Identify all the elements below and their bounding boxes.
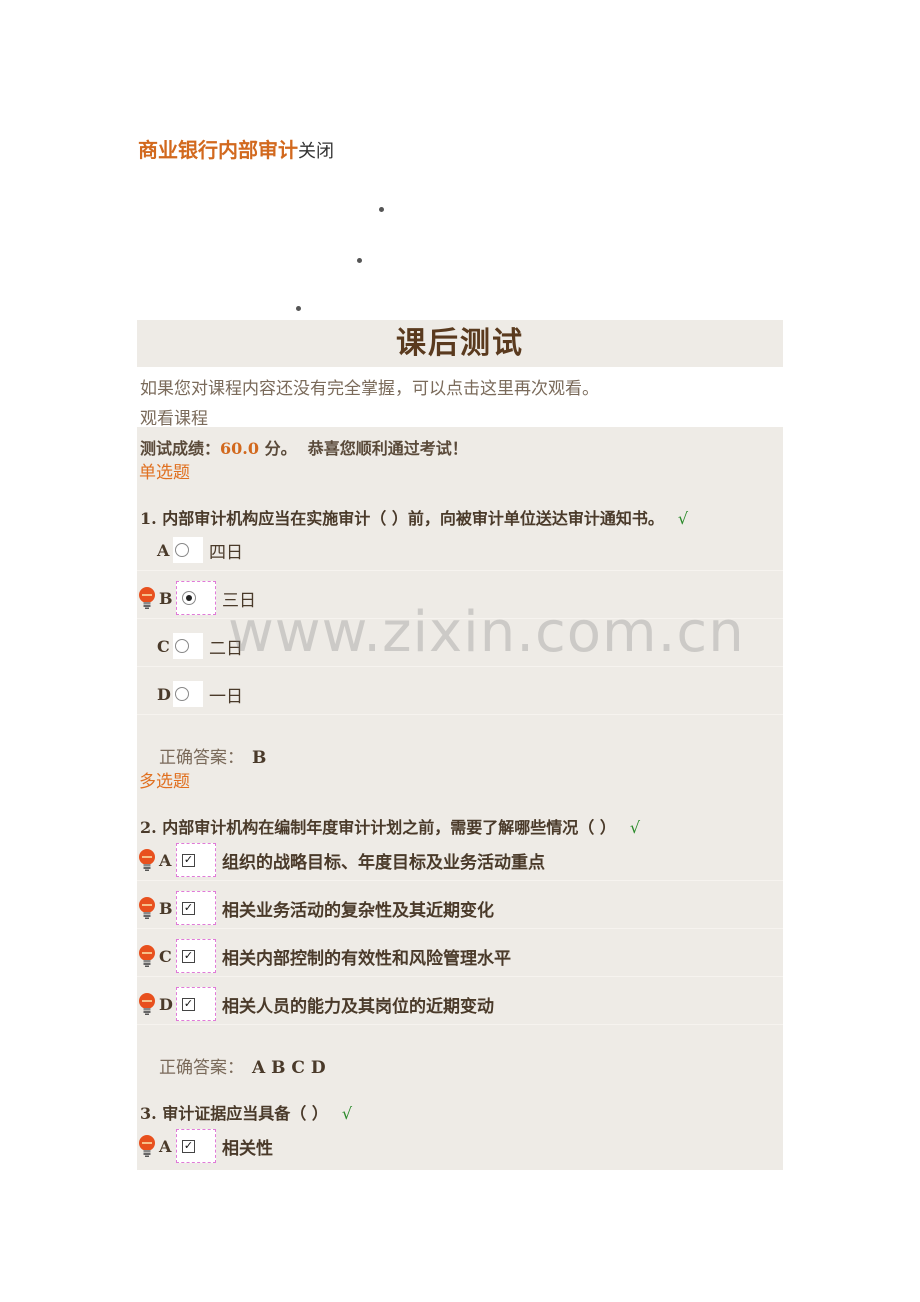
checkbox-checked-icon[interactable]: ✓ <box>182 853 195 867</box>
q2-option-a[interactable]: A ✓ 组织的战略目标、年度目标及业务活动重点 <box>137 840 783 881</box>
option-text: 二日 <box>209 638 243 659</box>
checkbox-selected[interactable]: ✓ <box>176 987 216 1021</box>
option-text: 相关业务活动的复杂性及其近期变化 <box>222 900 494 921</box>
section-multiple-choice: 多选题 <box>139 772 190 792</box>
option-text: 三日 <box>222 590 256 611</box>
q2-option-b[interactable]: B ✓ 相关业务活动的复杂性及其近期变化 <box>137 888 783 929</box>
answer-label: 正确答案： <box>159 748 244 768</box>
bullet-dot-icon <box>357 258 362 263</box>
q1-option-d[interactable]: D 一日 <box>137 674 783 715</box>
q1-option-c[interactable]: C 二日 <box>137 626 783 667</box>
radio-box-selected[interactable] <box>176 581 216 615</box>
score-label: 测试成绩： <box>140 439 221 458</box>
option-letter: C <box>157 636 170 656</box>
lightbulb-icon <box>137 992 157 1016</box>
radio-box[interactable] <box>173 537 203 563</box>
question-text: 3. 审计证据应当具备（ ） <box>140 1104 328 1123</box>
option-text: 相关人员的能力及其岗位的近期变动 <box>222 996 494 1017</box>
radio-button-selected[interactable] <box>182 591 196 605</box>
lightbulb-icon <box>137 586 157 610</box>
q2-option-c[interactable]: C ✓ 相关内部控制的有效性和风险管理水平 <box>137 936 783 977</box>
radio-button[interactable] <box>175 687 189 701</box>
question-2: 2. 内部审计机构在编制年度审计计划之前，需要了解哪些情况（ ） √ <box>140 814 640 838</box>
bullet-dot-icon <box>379 207 384 212</box>
lightbulb-icon <box>137 896 157 920</box>
score-line: 测试成绩：60.0 分。 恭喜您顺利通过考试！ <box>140 435 468 459</box>
checkbox-selected[interactable]: ✓ <box>176 843 216 877</box>
radio-box[interactable] <box>173 633 203 659</box>
checkbox-checked-icon[interactable]: ✓ <box>182 997 195 1011</box>
question-1: 1. 内部审计机构应当在实施审计（ ）前，向被审计单位送达审计通知书。 √ <box>140 505 688 529</box>
checkbox-selected[interactable]: ✓ <box>176 1129 216 1163</box>
lightbulb-icon <box>137 1134 157 1158</box>
option-text: 四日 <box>209 542 243 563</box>
checkbox-checked-icon[interactable]: ✓ <box>182 1139 195 1153</box>
intro-text: 如果您对课程内容还没有完全掌握，可以点击这里再次观看。 <box>140 379 599 399</box>
score-unit: 分。 <box>264 439 297 458</box>
option-text: 相关性 <box>222 1138 273 1159</box>
q2-correct-answer: 正确答案： A B C D <box>159 1053 326 1078</box>
page-title: 课后测试 <box>396 326 524 361</box>
option-letter: A <box>159 850 172 870</box>
q2-option-d[interactable]: D ✓ 相关人员的能力及其岗位的近期变动 <box>137 984 783 1025</box>
correct-check-icon: √ <box>629 818 641 837</box>
option-text: 相关内部控制的有效性和风险管理水平 <box>222 948 511 969</box>
option-letter: B <box>159 898 173 918</box>
pass-message: 恭喜您顺利通过考试！ <box>307 439 468 458</box>
option-letter: A <box>157 540 170 560</box>
q1-option-a[interactable]: A 四日 <box>137 530 783 571</box>
watch-course-link[interactable]: 观看课程 <box>140 404 208 429</box>
lightbulb-icon <box>137 944 157 968</box>
score-value: 60.0 <box>220 439 259 458</box>
option-letter: D <box>159 994 173 1014</box>
checkbox-selected[interactable]: ✓ <box>176 891 216 925</box>
lightbulb-icon <box>137 848 157 872</box>
checkbox-checked-icon[interactable]: ✓ <box>182 949 195 963</box>
checkbox-selected[interactable]: ✓ <box>176 939 216 973</box>
correct-check-icon: √ <box>341 1104 353 1123</box>
q3-option-a[interactable]: A ✓ 相关性 <box>137 1126 783 1166</box>
correct-check-icon: √ <box>677 509 689 528</box>
course-header: 商业银行内部审计关闭 <box>138 134 334 163</box>
option-letter: C <box>159 946 172 966</box>
option-text: 一日 <box>209 686 243 707</box>
option-letter: A <box>159 1136 172 1156</box>
answer-value: A B C D <box>252 1058 326 1078</box>
radio-button[interactable] <box>175 543 189 557</box>
question-text: 2. 内部审计机构在编制年度审计计划之前，需要了解哪些情况（ ） <box>140 818 616 837</box>
close-link[interactable]: 关闭 <box>298 141 334 162</box>
quiz-results-panel: 测试成绩：60.0 分。 恭喜您顺利通过考试！ 单选题 1. 内部审计机构应当在… <box>137 427 783 1170</box>
q1-option-b[interactable]: B 三日 <box>137 578 783 619</box>
question-3: 3. 审计证据应当具备（ ） √ <box>140 1100 352 1124</box>
answer-label: 正确答案： <box>159 1058 244 1078</box>
question-text: 1. 内部审计机构应当在实施审计（ ）前，向被审计单位送达审计通知书。 <box>140 509 664 528</box>
bullet-dot-icon <box>296 306 301 311</box>
option-text: 组织的战略目标、年度目标及业务活动重点 <box>222 852 545 873</box>
checkbox-checked-icon[interactable]: ✓ <box>182 901 195 915</box>
option-letter: D <box>157 684 171 704</box>
radio-button[interactable] <box>175 639 189 653</box>
q1-correct-answer: 正确答案： B <box>159 743 266 768</box>
radio-box[interactable] <box>173 681 203 707</box>
section-single-choice: 单选题 <box>139 463 190 483</box>
answer-value: B <box>252 748 267 768</box>
option-letter: B <box>159 588 173 608</box>
title-bar: 课后测试 <box>137 320 783 367</box>
course-title: 商业银行内部审计 <box>138 138 298 162</box>
